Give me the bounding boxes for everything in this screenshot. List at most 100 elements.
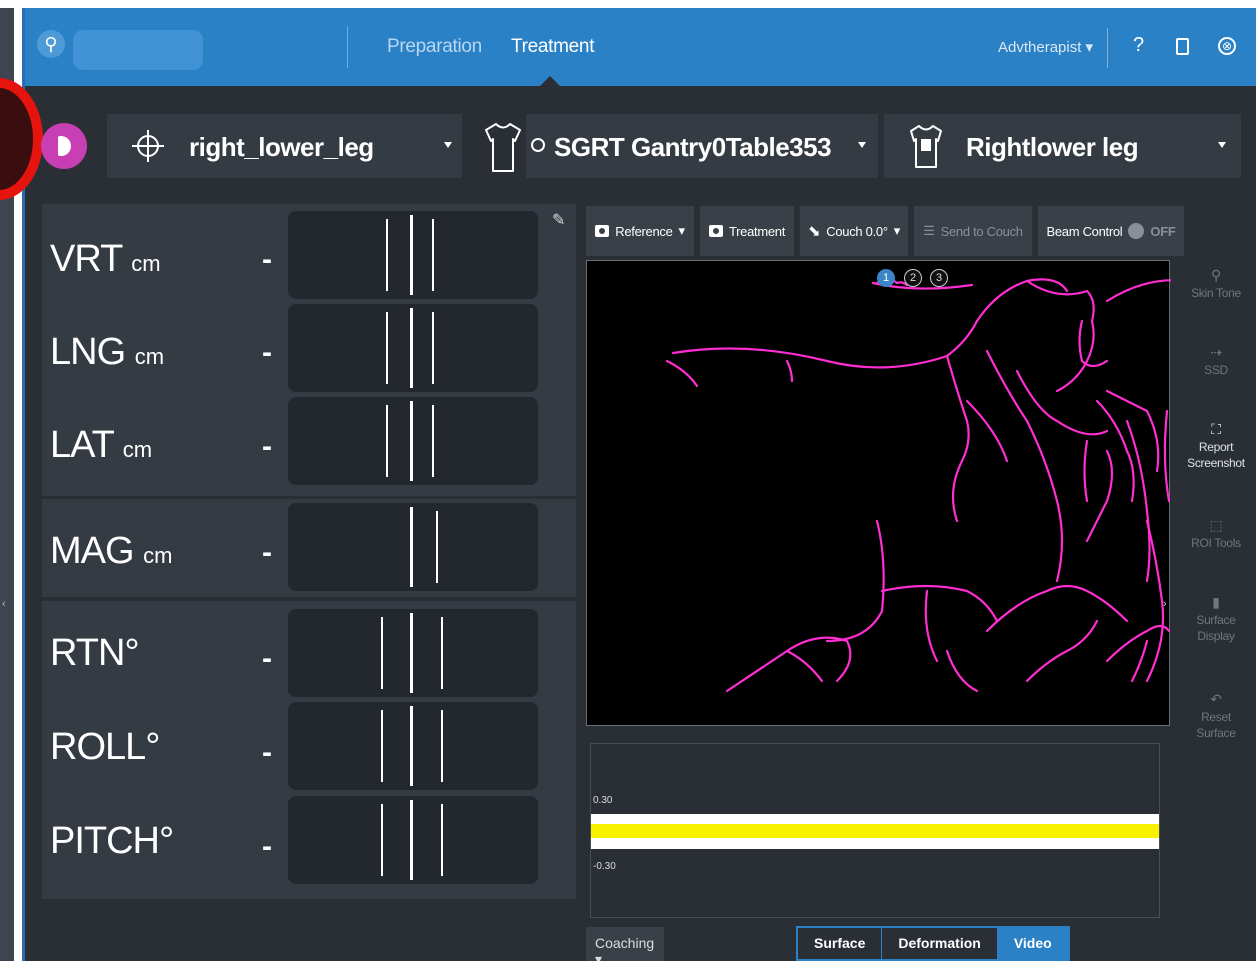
reset-surface-label: Reset Surface bbox=[1196, 710, 1236, 740]
camera-2-button[interactable]: 2 bbox=[904, 269, 922, 287]
screenshot-icon: ⛶ bbox=[1211, 421, 1221, 437]
user-role-label: Advtherapist bbox=[998, 39, 1082, 56]
row-unit: cm bbox=[143, 543, 173, 568]
tab-treatment[interactable]: Treatment bbox=[511, 36, 594, 58]
couch-label: Couch 0.0° bbox=[826, 223, 888, 239]
surface-display-tool[interactable]: ▮ Surface Display bbox=[1186, 593, 1246, 644]
app-window: ‹ ⚲ Preparation Treatment Advtherapist ▾… bbox=[0, 0, 1256, 961]
send-to-couch-label: Send to Couch bbox=[940, 223, 1023, 239]
lng-indicator bbox=[288, 304, 538, 392]
beam-control-label: Beam Control bbox=[1046, 223, 1123, 239]
divider bbox=[347, 26, 348, 68]
roll-indicator bbox=[288, 702, 538, 790]
start-tracking-button[interactable] bbox=[41, 123, 87, 169]
person-icon: ⚲ bbox=[1211, 267, 1221, 283]
roi-tools-tool[interactable]: ⬚ ROI Tools bbox=[1186, 516, 1246, 552]
chevron-down-icon bbox=[858, 142, 866, 148]
treatment-label: Treatment bbox=[728, 223, 786, 239]
treatment-capture-button[interactable]: Treatment bbox=[700, 206, 794, 256]
lat-value: - bbox=[262, 430, 272, 463]
camera-icon bbox=[595, 225, 610, 237]
send-icon: ☰ bbox=[923, 223, 935, 238]
row-unit: cm bbox=[122, 437, 153, 462]
expand-left-arrow-icon[interactable]: ‹ bbox=[2, 598, 6, 610]
mag-indicator bbox=[288, 503, 538, 591]
mag-value: - bbox=[262, 536, 272, 569]
pitch-indicator bbox=[288, 796, 538, 884]
beam-control-toggle[interactable]: Beam Control OFF bbox=[1038, 206, 1184, 256]
ssd-label: SSD bbox=[1204, 363, 1228, 378]
camera-1-button[interactable]: 1 bbox=[877, 269, 895, 287]
help-icon[interactable]: ? bbox=[1133, 34, 1144, 57]
roi-selector[interactable]: Rightlower leg bbox=[884, 114, 1241, 178]
ytick-top: 0.30 bbox=[593, 795, 613, 806]
reset-surface-tool[interactable]: ↶ Reset Surface bbox=[1186, 690, 1246, 741]
redacted-user-name bbox=[73, 30, 203, 70]
surface-icon: ▮ bbox=[1212, 594, 1220, 610]
surface-contours bbox=[665, 277, 1171, 693]
couch-button[interactable]: ⬊ Couch 0.0° ▾ bbox=[800, 206, 908, 256]
top-border bbox=[0, 0, 1256, 8]
surface-display-label: Surface Display bbox=[1196, 613, 1236, 643]
video-view[interactable] bbox=[586, 260, 1171, 726]
roll-label: ROLL° bbox=[50, 726, 160, 769]
coaching-dropdown[interactable]: Coaching ▾ bbox=[586, 927, 664, 961]
row-unit: cm bbox=[134, 344, 165, 369]
minimize-icon[interactable] bbox=[1176, 38, 1189, 55]
row-label-text: ROLL bbox=[50, 726, 146, 768]
pencil-icon[interactable]: ✎ bbox=[552, 210, 565, 230]
view-mode-switch: Surface Deformation Video bbox=[796, 926, 1070, 961]
roll-value: - bbox=[262, 736, 272, 769]
annotation-circle bbox=[0, 78, 43, 200]
row-label-text: LAT bbox=[50, 424, 114, 466]
rtn-indicator bbox=[288, 609, 538, 697]
signal-band bbox=[591, 824, 1159, 838]
camera-icon bbox=[708, 225, 723, 237]
chevron-down-icon bbox=[444, 142, 452, 148]
tab-preparation[interactable]: Preparation bbox=[387, 36, 482, 58]
beam-state: OFF bbox=[1150, 223, 1176, 239]
plan-name: SGRT Gantry0Table353 bbox=[554, 132, 832, 162]
rtn-label: RTN° bbox=[50, 632, 140, 675]
row-label-text: MAG bbox=[50, 530, 135, 572]
close-icon[interactable]: ⊗ bbox=[1218, 37, 1236, 55]
pitch-label: PITCH° bbox=[50, 820, 174, 863]
camera-3-button[interactable]: 3 bbox=[930, 269, 948, 287]
roi-tools-label: ROI Tools bbox=[1191, 536, 1241, 551]
isocenter-selector[interactable]: right_lower_leg bbox=[107, 114, 462, 178]
plan-selector[interactable]: SGRT Gantry0Table353 bbox=[526, 114, 878, 178]
skin-tone-label: Skin Tone bbox=[1191, 286, 1241, 301]
row-label-text: LNG bbox=[50, 331, 126, 373]
deformation-view-button[interactable]: Deformation bbox=[882, 928, 998, 959]
send-to-couch-button[interactable]: ☰ Send to Couch bbox=[914, 206, 1032, 256]
row-label-text: VRT bbox=[50, 238, 123, 280]
lng-value: - bbox=[262, 336, 272, 369]
lat-label: LAT cm bbox=[50, 424, 152, 467]
row-unit: ° bbox=[159, 820, 174, 862]
vrt-indicator bbox=[288, 211, 538, 299]
expand-right-arrow-icon[interactable]: › bbox=[1163, 598, 1167, 610]
chevron-down-icon bbox=[1218, 142, 1226, 148]
rtn-value: - bbox=[262, 642, 272, 675]
reference-button[interactable]: Reference ▾ bbox=[586, 206, 694, 256]
coaching-label: Coaching bbox=[595, 935, 655, 951]
user-icon[interactable]: ⚲ bbox=[37, 30, 65, 58]
reset-icon: ↶ bbox=[1210, 691, 1222, 707]
surface-view-button[interactable]: Surface bbox=[798, 928, 883, 959]
roi-name: Rightlower leg bbox=[966, 132, 1139, 162]
report-screenshot-tool[interactable]: ⛶ Report Screenshot bbox=[1186, 420, 1246, 471]
skin-tone-tool[interactable]: ⚲ Skin Tone bbox=[1186, 266, 1246, 302]
user-role-dropdown[interactable]: Advtherapist ▾ bbox=[998, 38, 1093, 56]
isocenter-name: right_lower_leg bbox=[189, 132, 374, 162]
top-header: ⚲ Preparation Treatment Advtherapist ▾ ?… bbox=[25, 8, 1256, 87]
ssd-tool[interactable]: ⇢ SSD bbox=[1186, 343, 1246, 379]
row-unit: cm bbox=[131, 251, 161, 276]
vrt-label: VRT cm bbox=[50, 238, 161, 281]
torso-icon bbox=[910, 125, 942, 168]
pitch-value: - bbox=[262, 830, 272, 863]
plan-radio-icon bbox=[531, 138, 545, 152]
toggle-knob bbox=[1128, 223, 1145, 239]
ytick-bottom: -0.30 bbox=[593, 861, 616, 872]
divider bbox=[1107, 28, 1108, 68]
video-view-button[interactable]: Video bbox=[997, 928, 1068, 959]
